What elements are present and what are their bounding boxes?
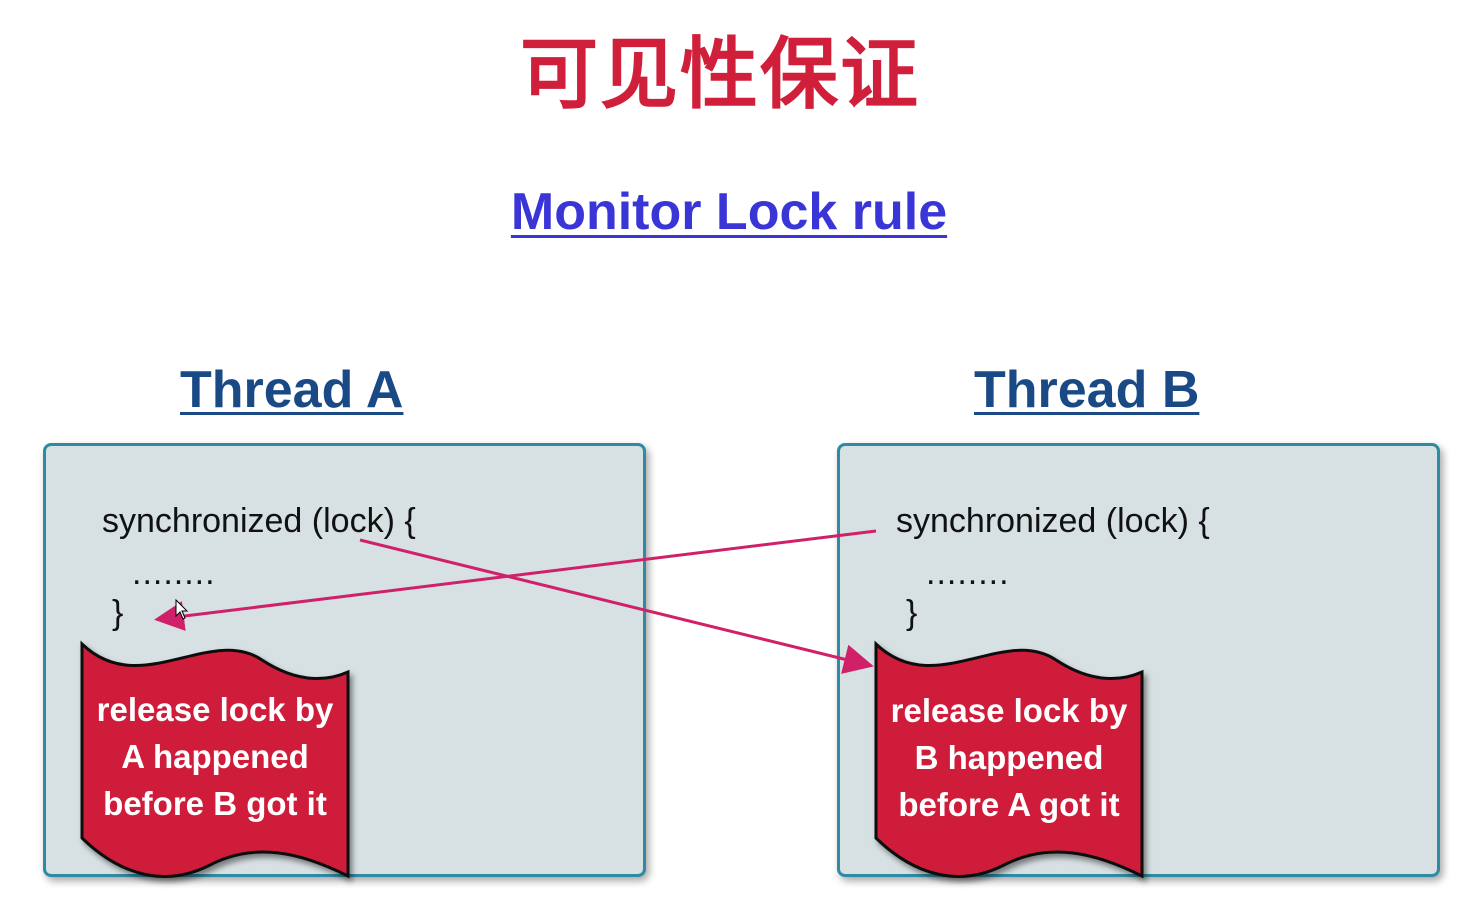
page-title: 可见性保证: [519, 30, 920, 120]
thread-a-label: Thread A: [180, 361, 404, 419]
diagram-subtitle: Monitor Lock rule: [510, 183, 948, 241]
slide: 可见性保证 Monitor Lock rule Thread A Thread …: [0, 0, 1467, 906]
thread-b-sync-line: synchronized (lock) {: [896, 502, 1210, 540]
thread-a-box: synchronized (lock) { ........ }: [43, 443, 646, 877]
thread-a-sync-line: synchronized (lock) {: [102, 502, 416, 540]
thread-a-close-brace: }: [112, 594, 124, 632]
thread-b-label: Thread B: [974, 361, 1200, 419]
thread-b-box: synchronized (lock) { ........ }: [837, 443, 1440, 877]
thread-a-ellipsis: ........: [132, 554, 216, 592]
thread-b-ellipsis: ........: [926, 554, 1010, 592]
thread-b-close-brace: }: [906, 594, 918, 632]
